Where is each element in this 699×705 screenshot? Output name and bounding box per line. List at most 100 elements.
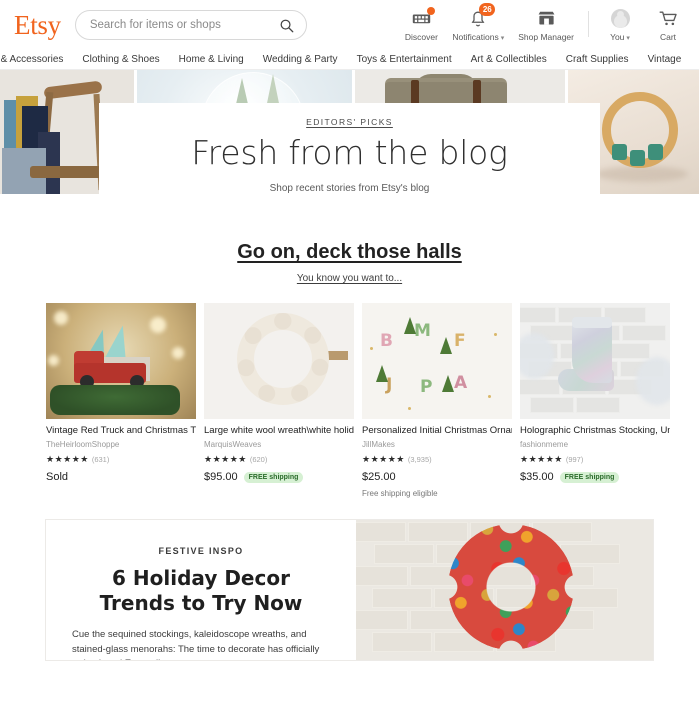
section-subtitle[interactable]: You know you want to...: [297, 273, 402, 284]
brick-shape: [576, 397, 620, 413]
ornament-letter: P: [420, 377, 433, 397]
header-action-you[interactable]: You ▾: [603, 9, 637, 42]
product-image-red-truck: [46, 303, 196, 419]
bokeh-light: [54, 311, 68, 325]
product-rating: ★★★★★ (997): [520, 454, 670, 465]
avatar: [610, 9, 630, 28]
review-count: (3,935): [407, 455, 432, 464]
brick-shape: [520, 379, 560, 395]
brick-shape: [606, 343, 650, 359]
header-actions: Discover 26 Notifications ▾ Shop Manager…: [404, 2, 685, 42]
nav-item-jewelry-accessories[interactable]: Jewelry & Accessories: [0, 54, 63, 65]
product-price: $25.00: [362, 471, 396, 483]
gold-dot: [408, 407, 411, 410]
mini-tree-shape: [440, 337, 452, 354]
header-action-shop-manager[interactable]: Shop Manager: [518, 9, 574, 42]
brick-shape: [372, 632, 432, 652]
page-title: Fresh from the blog: [191, 133, 508, 173]
product-image-wool-wreath: [204, 303, 354, 419]
brick-shape: [560, 544, 620, 564]
nav-item-craft-supplies[interactable]: Craft Supplies: [566, 54, 629, 65]
free-shipping-badge: FREE shipping: [243, 471, 304, 483]
brick-shape: [374, 544, 434, 564]
nav-item-wedding-party[interactable]: Wedding & Party: [263, 54, 338, 65]
editors-picks-eyebrow[interactable]: EDITORS' PICKS: [99, 117, 600, 127]
product-title: Large white wool wreath\white holida...: [204, 425, 354, 436]
cart-icon-wrap: [659, 9, 678, 29]
blog-promo-body: Cue the sequined stockings, kaleidoscope…: [72, 629, 320, 660]
nav-item-home-living[interactable]: Home & Living: [179, 54, 244, 65]
ornament-letter: B: [380, 331, 393, 351]
brick-shape: [356, 522, 406, 542]
header-action-cart[interactable]: Cart: [651, 9, 685, 42]
mini-tree-shape: [404, 317, 416, 334]
product-card[interactable]: Large white wool wreath\white holida... …: [204, 303, 354, 498]
nav-item-toys-entertainment[interactable]: Toys & Entertainment: [357, 54, 452, 65]
section-title[interactable]: Go on, deck those halls: [237, 241, 462, 264]
product-shop-name: JillMakes: [362, 440, 395, 449]
header-action-label: Cart: [659, 31, 677, 42]
star-rating-icon: ★★★★★: [204, 454, 247, 464]
star-rating-icon: ★★★★★: [46, 454, 89, 464]
header-divider: [588, 10, 589, 37]
header-action-label: Shop Manager: [518, 31, 574, 42]
discover-icon-wrap: [412, 6, 435, 29]
search-bar[interactable]: [74, 10, 307, 40]
product-grid: Vintage Red Truck and Christmas Tree... …: [0, 286, 699, 498]
notifications-badge: 26: [479, 2, 496, 16]
header-action-discover[interactable]: Discover: [404, 6, 438, 42]
wreath-texture: [237, 313, 329, 405]
greenery-shape: [50, 385, 180, 415]
gemstone-shape: [629, 150, 645, 166]
bokeh-light: [48, 355, 59, 366]
free-shipping-badge: FREE shipping: [559, 471, 620, 483]
shipping-eligible-text: Free shipping eligible: [362, 489, 438, 498]
product-image-bg: [362, 303, 512, 419]
blog-promo-card[interactable]: FESTIVE INSPO 6 Holiday Decor Trends to …: [46, 520, 653, 660]
blog-promo-title[interactable]: 6 Holiday Decor Trends to Try Now: [72, 566, 330, 616]
gemstone-shape: [611, 144, 627, 160]
header-action-label: Discover: [404, 31, 438, 42]
star-rating-icon: ★★★★★: [362, 454, 405, 464]
mini-tree-shape: [376, 365, 388, 382]
product-card[interactable]: B M F J P A Personalized Initial Christm…: [362, 303, 512, 498]
page-subtitle: Shop recent stories from Etsy's blog: [269, 183, 430, 194]
product-card[interactable]: Vintage Red Truck and Christmas Tree... …: [46, 303, 196, 498]
star-rating-icon: ★★★★★: [520, 454, 563, 464]
product-rating: ★★★★★ (631): [46, 454, 196, 465]
ornament-letter: M: [414, 321, 431, 341]
stocking-shape: [572, 321, 612, 383]
search-input[interactable]: [89, 19, 277, 31]
bokeh-light: [172, 347, 184, 359]
category-nav: Jewelry & Accessories Clothing & Shoes H…: [0, 50, 699, 70]
bokeh-light: [150, 317, 166, 333]
search-button[interactable]: [277, 18, 296, 33]
shelf-shape: [326, 351, 348, 360]
review-count: (631): [91, 455, 110, 464]
blog-promo-text: FESTIVE INSPO 6 Holiday Decor Trends to …: [46, 520, 356, 660]
frost-shape: [636, 357, 670, 405]
product-card[interactable]: Holographic Christmas Stocking, Unic... …: [520, 303, 670, 498]
discover-badge-dot: [426, 6, 435, 15]
review-count: (997): [565, 455, 584, 464]
hero-image-strip: EDITORS' PICKS Fresh from the blog Shop …: [0, 70, 699, 194]
brick-shape: [356, 610, 408, 630]
ornament-letter: A: [454, 373, 468, 393]
brick-shape: [530, 397, 574, 413]
product-price-row: Sold: [46, 471, 196, 483]
search-icon: [280, 19, 294, 32]
section-heading: Go on, deck those halls You know you wan…: [0, 241, 699, 286]
nav-item-vintage[interactable]: Vintage: [648, 54, 682, 65]
stocking-cuff-shape: [572, 317, 612, 328]
product-status-badge: Sold: [46, 471, 69, 483]
product-shop-name: TheHeirloomShoppe: [46, 440, 120, 449]
ornament-letter: F: [454, 331, 466, 351]
nav-item-art-collectibles[interactable]: Art & Collectibles: [471, 54, 547, 65]
etsy-logo[interactable]: Etsy: [14, 11, 61, 39]
notifications-icon-wrap: 26: [470, 2, 496, 29]
header-action-notifications[interactable]: 26 Notifications ▾: [452, 2, 504, 42]
ring-shadow: [595, 166, 688, 182]
product-price-row: $35.00 FREE shipping: [520, 471, 670, 483]
gold-dot: [494, 333, 497, 336]
nav-item-clothing-shoes[interactable]: Clothing & Shoes: [82, 54, 159, 65]
